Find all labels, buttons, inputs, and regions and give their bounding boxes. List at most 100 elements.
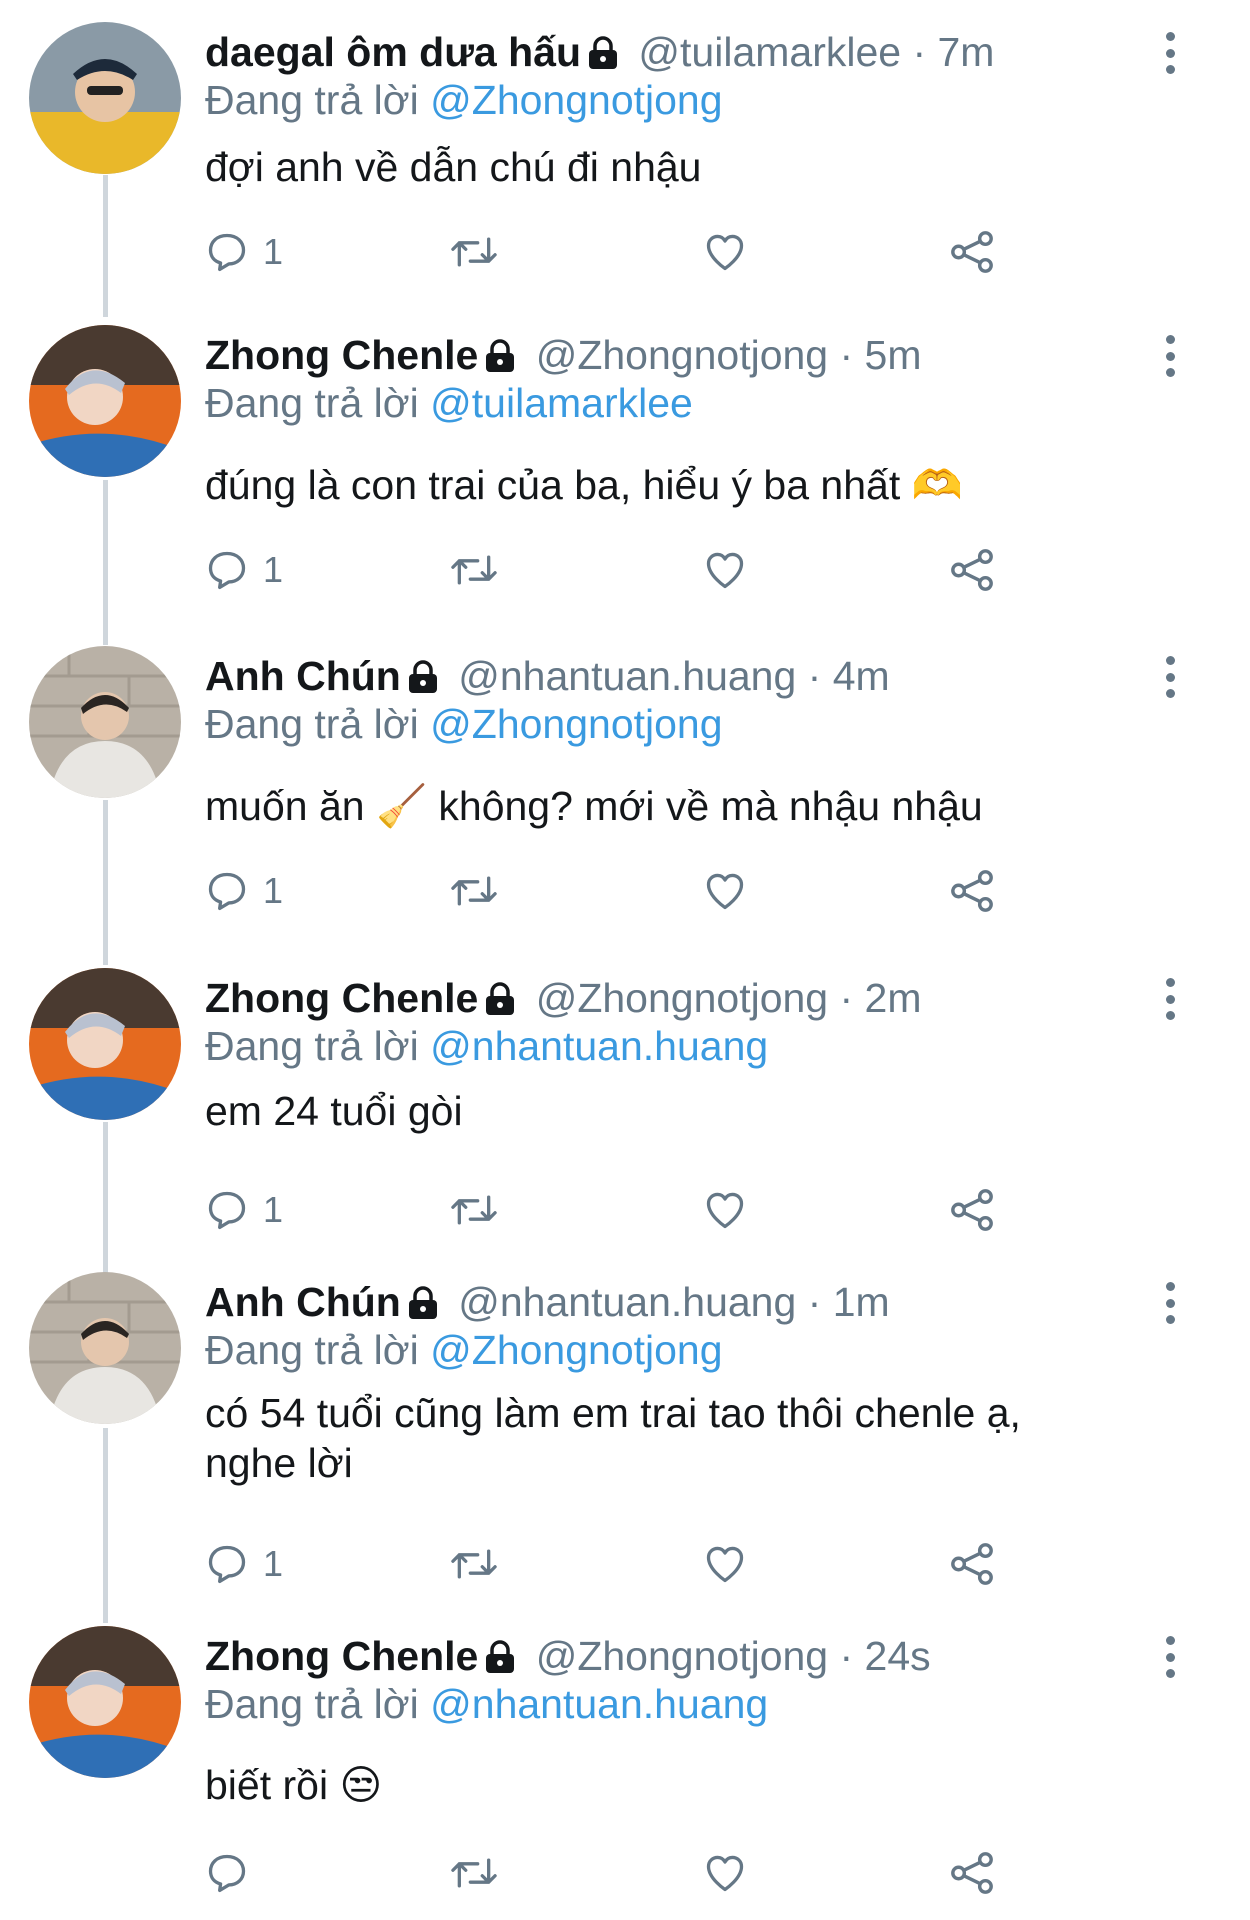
display-name[interactable]: Zhong Chenle <box>205 332 478 378</box>
reply-count: 1 <box>263 870 284 911</box>
separator-dot: · <box>828 1633 865 1679</box>
user-handle[interactable]: @Zhongnotjong <box>536 975 828 1021</box>
share-icon <box>951 1189 993 1231</box>
retweet-button[interactable] <box>449 1180 499 1240</box>
separator-dot: · <box>796 653 833 699</box>
display-name[interactable]: Anh Chún <box>205 653 401 699</box>
tweet-header: Zhong Chenle @Zhongnotjong · 2m <box>205 974 922 1026</box>
share-button[interactable] <box>949 1180 995 1240</box>
separator-dot: · <box>828 332 865 378</box>
display-name[interactable]: Zhong Chenle <box>205 1633 478 1679</box>
timestamp[interactable]: 24s <box>865 1633 931 1679</box>
lock-icon <box>587 32 619 80</box>
reply-to-handle[interactable]: @Zhongnotjong <box>430 1327 722 1373</box>
retweet-button[interactable] <box>449 1843 499 1903</box>
retweet-button[interactable] <box>449 861 499 921</box>
like-button[interactable] <box>702 1843 748 1903</box>
tweet-header: Anh Chún @nhantuan.huang · 4m <box>205 652 890 704</box>
more-vertical-icon[interactable] <box>1155 974 1185 1024</box>
display-name[interactable]: Anh Chún <box>205 1279 401 1325</box>
lock-icon <box>484 1636 516 1684</box>
more-vertical-icon[interactable] <box>1155 331 1185 381</box>
reply-count: 1 <box>263 1543 284 1584</box>
share-button[interactable] <box>949 1534 995 1594</box>
reply-prefix: Đang trả lời <box>205 1023 419 1069</box>
reply-count: 1 <box>263 231 284 272</box>
more-vertical-icon[interactable] <box>1155 652 1185 702</box>
timestamp[interactable]: 5m <box>865 332 922 378</box>
reply-prefix: Đang trả lời <box>205 77 419 123</box>
reply-to-handle[interactable]: @Zhongnotjong <box>430 77 722 123</box>
tweet-text: đúng là con trai của ba, hiểu ý ba nhất … <box>205 462 963 508</box>
reply-button[interactable]: 1 <box>205 540 283 600</box>
lock-icon <box>484 335 516 383</box>
reply-button[interactable]: 1 <box>205 222 283 282</box>
reply-icon <box>208 233 246 272</box>
user-handle[interactable]: @nhantuan.huang <box>458 1279 796 1325</box>
avatar[interactable] <box>29 968 181 1120</box>
reply-button[interactable] <box>205 1843 263 1903</box>
more-vertical-icon[interactable] <box>1155 1632 1185 1682</box>
like-button[interactable] <box>702 540 748 600</box>
replying-to: Đang trả lời @Zhongnotjong <box>205 76 723 124</box>
share-icon <box>951 1543 993 1585</box>
timestamp[interactable]: 7m <box>938 29 995 75</box>
user-handle[interactable]: @tuilamarklee <box>638 29 901 75</box>
share-icon <box>951 231 993 273</box>
reply-to-handle[interactable]: @nhantuan.huang <box>430 1681 768 1727</box>
user-handle[interactable]: @nhantuan.huang <box>458 653 796 699</box>
reply-to-handle[interactable]: @nhantuan.huang <box>430 1023 768 1069</box>
lock-icon <box>484 978 516 1026</box>
like-button[interactable] <box>702 861 748 921</box>
retweet-icon <box>451 237 497 267</box>
avatar[interactable] <box>29 325 181 477</box>
thread-line <box>103 175 108 317</box>
avatar[interactable] <box>29 646 181 798</box>
more-vertical-icon[interactable] <box>1155 1278 1185 1328</box>
tweet-text: em 24 tuổi gòi <box>205 1088 463 1134</box>
reply-prefix: Đang trả lời <box>205 1327 419 1373</box>
share-button[interactable] <box>949 222 995 282</box>
retweet-button[interactable] <box>449 222 499 282</box>
user-handle[interactable]: @Zhongnotjong <box>536 332 828 378</box>
reply-button[interactable]: 1 <box>205 1534 283 1594</box>
separator-dot: · <box>796 1279 833 1325</box>
avatar[interactable] <box>29 1626 181 1778</box>
share-button[interactable] <box>949 1843 995 1903</box>
display-name[interactable]: Zhong Chenle <box>205 975 478 1021</box>
reply-count: 1 <box>263 1189 284 1230</box>
retweet-button[interactable] <box>449 1534 499 1594</box>
reply-button[interactable]: 1 <box>205 1180 283 1240</box>
user-handle[interactable]: @Zhongnotjong <box>536 1633 828 1679</box>
retweet-button[interactable] <box>449 540 499 600</box>
like-button[interactable] <box>702 222 748 282</box>
reply-to-handle[interactable]: @tuilamarklee <box>430 380 693 426</box>
replying-to: Đang trả lời @tuilamarklee <box>205 379 693 427</box>
like-button[interactable] <box>702 1180 748 1240</box>
reply-count: 1 <box>263 549 284 590</box>
reply-prefix: Đang trả lời <box>205 380 419 426</box>
separator-dot: · <box>901 29 938 75</box>
retweet-icon <box>451 1195 497 1225</box>
share-icon <box>951 870 993 912</box>
retweet-icon <box>451 876 497 906</box>
display-name[interactable]: daegal ôm dưa hấu <box>205 29 581 75</box>
heart-icon <box>706 873 744 910</box>
share-button[interactable] <box>949 540 995 600</box>
reply-to-handle[interactable]: @Zhongnotjong <box>430 701 722 747</box>
replying-to: Đang trả lời @nhantuan.huang <box>205 1680 768 1728</box>
timestamp[interactable]: 1m <box>833 1279 890 1325</box>
tweet-text: biết rồi 😒 <box>205 1762 383 1808</box>
more-vertical-icon[interactable] <box>1155 28 1185 78</box>
share-button[interactable] <box>949 861 995 921</box>
reply-button[interactable]: 1 <box>205 861 283 921</box>
timestamp[interactable]: 4m <box>833 653 890 699</box>
like-button[interactable] <box>702 1534 748 1594</box>
avatar[interactable] <box>29 1272 181 1424</box>
timestamp[interactable]: 2m <box>865 975 922 1021</box>
tweet-text: đợi anh về dẫn chú đi nhậu <box>205 144 702 190</box>
tweet-actions: 1 <box>205 1534 1005 1594</box>
replying-to: Đang trả lời @nhantuan.huang <box>205 1022 768 1070</box>
avatar[interactable] <box>29 22 181 174</box>
replying-to: Đang trả lời @Zhongnotjong <box>205 1326 723 1374</box>
